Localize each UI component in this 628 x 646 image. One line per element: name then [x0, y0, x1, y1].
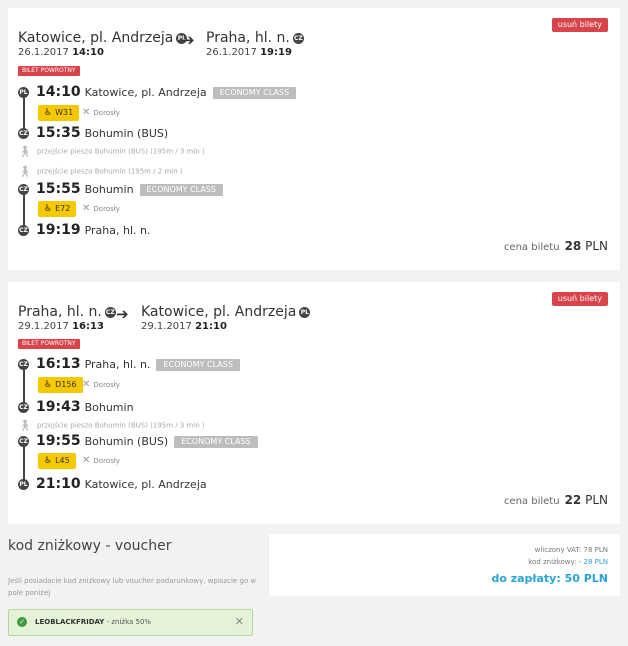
- stop-marker-icon: CZ: [18, 402, 29, 413]
- departure-block: Praha, hl. n. CZ 29.1.2017 16:13: [18, 304, 116, 332]
- stop-name: Katowice, pl. Andrzeja: [84, 478, 207, 491]
- stop-marker-icon: CZ: [18, 436, 29, 447]
- class-tag: ECONOMY CLASS: [139, 184, 223, 196]
- stop-time: 15:55: [36, 181, 81, 197]
- seat-icon: ♿: [44, 204, 53, 214]
- seat-number: E72: [55, 204, 71, 213]
- voucher-description: Jeśli posiadacie kod zniżkowy lub vouche…: [8, 577, 257, 597]
- departure-station: Praha, hl. n.: [18, 304, 102, 320]
- arrival-datetime: 29.1.2017 21:10: [141, 321, 227, 332]
- close-icon: ✕: [82, 379, 91, 390]
- walk-transfer: 🚶︎ przejście pieszo Bohumin (195m / 2 min…: [18, 165, 183, 178]
- voucher-applied-alert: ✓ LEOBLACKFRIDAY - zniżka 50% ✕: [8, 609, 253, 636]
- arrival-station: Praha, hl. n.: [206, 30, 290, 46]
- departure-datetime: 29.1.2017 16:13: [18, 321, 104, 332]
- stop-row: 15:55 Bohumin ECONOMY CLASS: [36, 181, 223, 197]
- stop-row: 21:10 Katowice, pl. Andrzeja: [36, 476, 207, 492]
- seat-chip[interactable]: ♿ W31: [38, 105, 80, 121]
- departure-block: Katowice, pl. Andrzeja PL 26.1.2017 14:10: [18, 30, 188, 58]
- walking-person-icon: 🚶︎: [18, 145, 32, 158]
- stop-row: 16:13 Praha, hl. n. ECONOMY CLASS: [36, 356, 240, 372]
- ticket-price: cena biletu 22 PLN: [503, 493, 608, 507]
- return-ticket-badge: BILET POWROTNY: [18, 66, 80, 76]
- stop-marker-icon: CZ: [18, 184, 29, 195]
- passenger-type: ✕ Dorosły: [82, 379, 120, 390]
- stop-row: 15:35 Bohumin (BUS): [36, 125, 168, 141]
- stop-marker-icon: CZ: [18, 359, 29, 370]
- stop-row: 19:43 Bohumin: [36, 399, 134, 415]
- seat-number: L45: [55, 456, 70, 465]
- seat-number: W31: [55, 108, 74, 117]
- stop-time: 14:10: [36, 84, 81, 100]
- stop-name: Bohumin: [84, 183, 134, 196]
- stop-marker-icon: CZ: [18, 128, 29, 139]
- route-line: [23, 442, 25, 484]
- stop-marker-icon: CZ: [18, 225, 29, 236]
- country-flag-icon: CZ: [104, 306, 116, 318]
- close-icon: ✕: [82, 203, 91, 214]
- walk-transfer: 🚶︎ przejście pieszo Bohumin (BUS) (195m /…: [18, 145, 205, 158]
- arrival-block: Katowice, pl. Andrzeja PL 29.1.2017 21:10: [141, 304, 311, 332]
- arrival-block: Praha, hl. n. CZ 26.1.2017 19:19: [206, 30, 304, 58]
- stop-name: Bohumin: [84, 401, 134, 414]
- country-flag-icon: PL: [299, 306, 311, 318]
- stop-time: 19:55: [36, 433, 81, 449]
- departure-datetime: 26.1.2017 14:10: [18, 47, 104, 58]
- passenger-type: ✕ Dorosły: [82, 455, 120, 466]
- stop-time: 19:43: [36, 399, 81, 415]
- seat-chip[interactable]: ♿ D156: [38, 377, 83, 393]
- seat-icon: ♿: [44, 456, 53, 466]
- stop-name: Katowice, pl. Andrzeja: [84, 86, 207, 99]
- seat-icon: ♿: [44, 380, 53, 390]
- voucher-title: kod zniżkowy - voucher: [8, 538, 172, 554]
- seat-icon: ♿: [44, 108, 53, 118]
- stop-name: Bohumin (BUS): [84, 127, 169, 140]
- seat-chip[interactable]: ♿ E72: [38, 201, 77, 217]
- delete-tickets-button[interactable]: usuń bilety: [551, 292, 608, 306]
- arrow-right-icon: ➔: [182, 31, 195, 49]
- arrival-station: Katowice, pl. Andrzeja: [141, 304, 297, 320]
- check-icon: ✓: [17, 617, 27, 627]
- stop-time: 19:19: [36, 222, 81, 238]
- country-flag-icon: CZ: [292, 32, 304, 44]
- stop-name: Praha, hl. n.: [84, 358, 151, 371]
- class-tag: ECONOMY CLASS: [156, 359, 240, 371]
- return-ticket-badge: BILET POWROTNY: [18, 339, 80, 349]
- stop-row: 14:10 Katowice, pl. Andrzeja ECONOMY CLASS: [36, 84, 297, 100]
- stop-time: 16:13: [36, 356, 81, 372]
- ticket-price: cena biletu 28 PLN: [503, 239, 608, 253]
- stop-row: 19:19 Praha, hl. n.: [36, 222, 150, 238]
- voucher-code: LEOBLACKFRIDAY - zniżka 50%: [35, 618, 152, 626]
- class-tag: ECONOMY CLASS: [212, 87, 297, 99]
- payment-summary: wliczony VAT: 78 PLN kod zniżkowy: - 28 …: [269, 534, 620, 596]
- close-icon: ✕: [82, 455, 91, 466]
- total-to-pay: do zapłaty: 50 PLN: [491, 572, 608, 585]
- trip-card-return: usuń bilety Praha, hl. n. CZ 29.1.2017 16…: [8, 282, 620, 524]
- stop-name: Bohumin (BUS): [84, 435, 169, 448]
- delete-tickets-button[interactable]: usuń bilety: [551, 18, 608, 32]
- departure-station: Katowice, pl. Andrzeja: [18, 30, 174, 46]
- class-tag: ECONOMY CLASS: [174, 436, 258, 448]
- walking-person-icon: 🚶︎: [18, 419, 32, 432]
- vat-line: wliczony VAT: 78 PLN: [534, 546, 608, 554]
- stop-time: 15:35: [36, 125, 81, 141]
- discount-line: kod zniżkowy: - 28 PLN: [528, 558, 608, 566]
- stop-marker-icon: PL: [18, 479, 29, 490]
- walking-person-icon: 🚶︎: [18, 165, 32, 178]
- route-line: [23, 364, 25, 406]
- close-icon[interactable]: ✕: [235, 615, 244, 628]
- stop-row: 19:55 Bohumin (BUS) ECONOMY CLASS: [36, 433, 258, 449]
- seat-number: D156: [55, 380, 77, 389]
- arrival-datetime: 26.1.2017 19:19: [206, 47, 292, 58]
- stop-marker-icon: PL: [18, 87, 29, 98]
- passenger-type: ✕ Dorosły: [82, 107, 120, 118]
- stop-name: Praha, hl. n.: [84, 224, 151, 237]
- close-icon: ✕: [82, 107, 91, 118]
- walk-transfer: 🚶︎ przejście pieszo Bohumin (BUS) (195m /…: [18, 419, 205, 432]
- passenger-type: ✕ Dorosły: [82, 203, 120, 214]
- arrow-right-icon: ➔: [116, 305, 129, 323]
- stop-time: 21:10: [36, 476, 81, 492]
- trip-card-outbound: usuń bilety Katowice, pl. Andrzeja PL 26.…: [8, 8, 620, 270]
- seat-chip[interactable]: ♿ L45: [38, 453, 76, 469]
